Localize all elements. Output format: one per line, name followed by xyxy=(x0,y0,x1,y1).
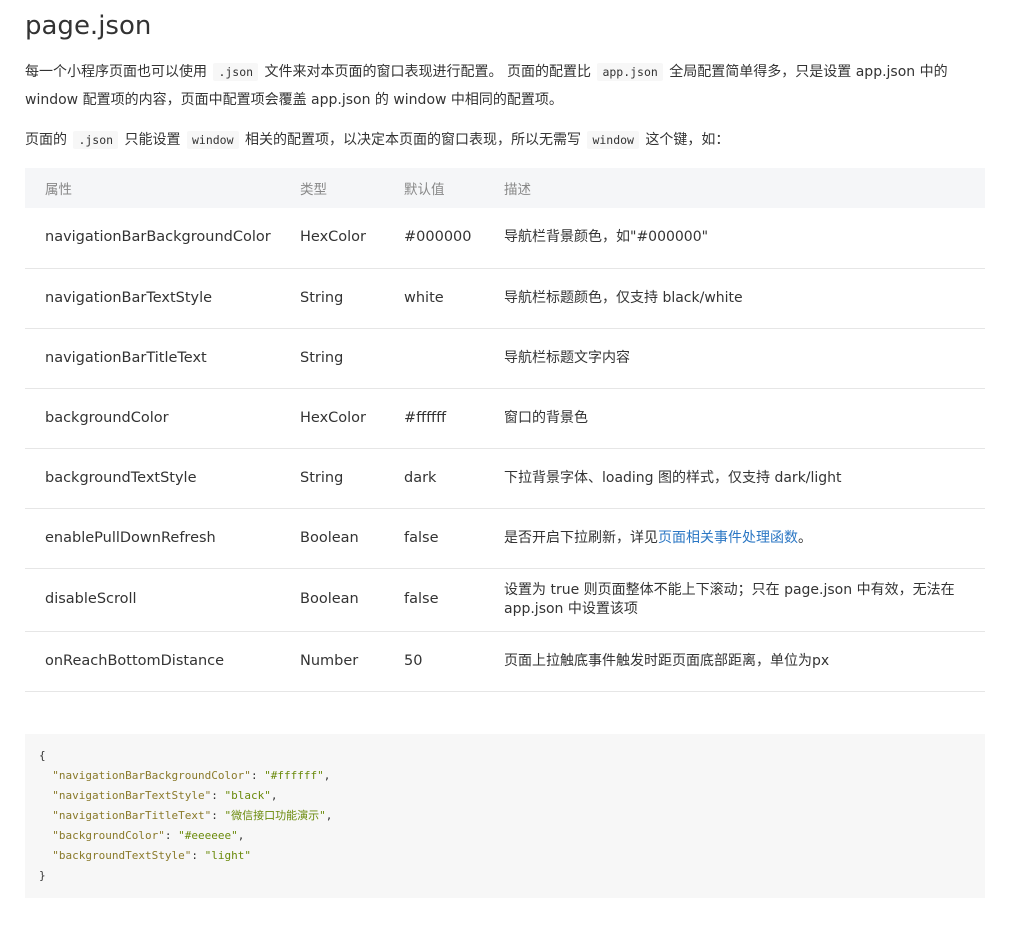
cell-property: onReachBottomDistance xyxy=(25,631,280,692)
cell-description: 导航栏背景颜色，如"#000000" xyxy=(484,208,985,269)
intro-text: 页面的 xyxy=(25,132,72,148)
cell-description: 导航栏标题文字内容 xyxy=(484,328,985,389)
cell-description: 页面上拉触底事件触发时距页面底部距离，单位为px xyxy=(484,631,985,692)
code-brace: { xyxy=(39,749,46,762)
properties-table: 属性 类型 默认值 描述 navigationBarBackgroundColo… xyxy=(25,168,985,692)
code-open-brace: { xyxy=(39,746,971,766)
code-comma: , xyxy=(237,829,245,842)
code-line: "navigationBarTextStyle": "black", xyxy=(52,789,278,802)
code-key: "backgroundColor" xyxy=(52,829,165,842)
cell-property: navigationBarTitleText xyxy=(25,328,280,389)
cell-property: backgroundColor xyxy=(25,388,280,449)
page-title: page.json xyxy=(25,11,152,41)
code-close-brace: } xyxy=(39,866,971,886)
cell-type: Boolean xyxy=(280,508,384,569)
inline-code: .json xyxy=(73,131,119,149)
cell-property: disableScroll xyxy=(25,568,280,632)
code-value: "light" xyxy=(204,849,251,862)
code-brace: } xyxy=(39,869,46,882)
code-line: "navigationBarTitleText": "微信接口功能演示", xyxy=(52,809,333,822)
intro-paragraph-1: 每一个小程序页面也可以使用 .json 文件来对本页面的窗口表现进行配置。 页面… xyxy=(25,58,985,114)
code-line: "backgroundTextStyle": "light" xyxy=(52,849,251,862)
cell-type: Number xyxy=(280,631,384,692)
table-row: onReachBottomDistance Number 50 页面上拉触底事件… xyxy=(25,631,985,692)
header-default: 默认值 xyxy=(404,182,445,198)
cell-description: 窗口的背景色 xyxy=(484,388,985,449)
intro-text: 每一个小程序页面也可以使用 xyxy=(25,64,212,80)
intro-text: 这个键，如： xyxy=(640,132,730,148)
table-row: backgroundTextStyle String dark 下拉背景字体、l… xyxy=(25,448,985,509)
cell-default: 50 xyxy=(384,631,484,692)
code-key: "navigationBarTextStyle" xyxy=(52,789,212,802)
cell-default: #000000 xyxy=(384,208,484,269)
intro-text: 只能设置 xyxy=(120,132,185,148)
header-type: 类型 xyxy=(300,182,327,198)
code-value: "#eeeeee" xyxy=(178,829,238,842)
intro-text: 文件来对本页面的窗口表现进行配置。 页面的配置比 xyxy=(260,64,596,80)
table-header-row: 属性 类型 默认值 描述 xyxy=(25,168,985,208)
json-code-example: { "navigationBarBackgroundColor": "#ffff… xyxy=(25,734,985,898)
code-key: "navigationBarTitleText" xyxy=(52,809,212,822)
description-text: 是否开启下拉刷新，详见 xyxy=(504,529,658,546)
cell-property: navigationBarTextStyle xyxy=(25,268,280,329)
table-row: enablePullDownRefresh Boolean false 是否开启… xyxy=(25,508,985,569)
cell-description: 是否开启下拉刷新，详见页面相关事件处理函数。 xyxy=(484,508,985,569)
cell-type: String xyxy=(280,268,384,329)
cell-default: false xyxy=(384,508,484,569)
cell-description: 导航栏标题颜色，仅支持 black/white xyxy=(484,268,985,329)
cell-description: 下拉背景字体、loading 图的样式，仅支持 dark/light xyxy=(484,448,985,509)
cell-property: backgroundTextStyle xyxy=(25,448,280,509)
cell-property: enablePullDownRefresh xyxy=(25,508,280,569)
cell-type: HexColor xyxy=(280,208,384,269)
code-line: "backgroundColor": "#eeeeee", xyxy=(52,829,245,842)
table-row: navigationBarBackgroundColor HexColor #0… xyxy=(25,208,985,269)
table-row: disableScroll Boolean false 设置为 true 则页面… xyxy=(25,568,985,632)
code-value: "#ffffff" xyxy=(264,769,324,782)
code-line: "navigationBarBackgroundColor": "#ffffff… xyxy=(52,769,331,782)
code-value: "微信接口功能演示" xyxy=(224,809,326,822)
code-comma: , xyxy=(270,789,278,802)
inline-code: window xyxy=(587,131,639,149)
intro-text: 相关的配置项，以决定本页面的窗口表现，所以无需写 xyxy=(240,132,586,148)
table-row: navigationBarTitleText String 导航栏标题文字内容 xyxy=(25,328,985,389)
cell-default: white xyxy=(384,268,484,329)
cell-default: false xyxy=(384,568,484,632)
page-event-handlers-link[interactable]: 页面相关事件处理函数 xyxy=(658,530,798,546)
table-row: navigationBarTextStyle String white 导航栏标… xyxy=(25,268,985,329)
cell-default: #ffffff xyxy=(384,388,484,449)
intro-paragraph-2: 页面的 .json 只能设置 window 相关的配置项，以决定本页面的窗口表现… xyxy=(25,126,985,154)
inline-code: window xyxy=(186,131,239,149)
cell-type: String xyxy=(280,448,384,509)
header-property: 属性 xyxy=(45,182,72,198)
cell-type: String xyxy=(280,328,384,389)
code-value: "black" xyxy=(224,789,271,802)
table-row: backgroundColor HexColor #ffffff 窗口的背景色 xyxy=(25,388,985,449)
inline-code: app.json xyxy=(597,63,663,81)
code-comma: , xyxy=(325,809,333,822)
cell-type: HexColor xyxy=(280,388,384,449)
cell-type: Boolean xyxy=(280,568,384,632)
header-description: 描述 xyxy=(504,182,531,198)
code-key: "backgroundTextStyle" xyxy=(52,849,192,862)
inline-code: .json xyxy=(213,63,259,81)
code-comma: , xyxy=(323,769,331,782)
cell-property: navigationBarBackgroundColor xyxy=(25,208,280,269)
cell-default: dark xyxy=(384,448,484,509)
cell-description: 设置为 true 则页面整体不能上下滚动；只在 page.json 中有效，无法… xyxy=(484,568,985,632)
description-text: 。 xyxy=(798,529,812,546)
cell-default xyxy=(384,328,484,389)
code-key: "navigationBarBackgroundColor" xyxy=(52,769,251,782)
